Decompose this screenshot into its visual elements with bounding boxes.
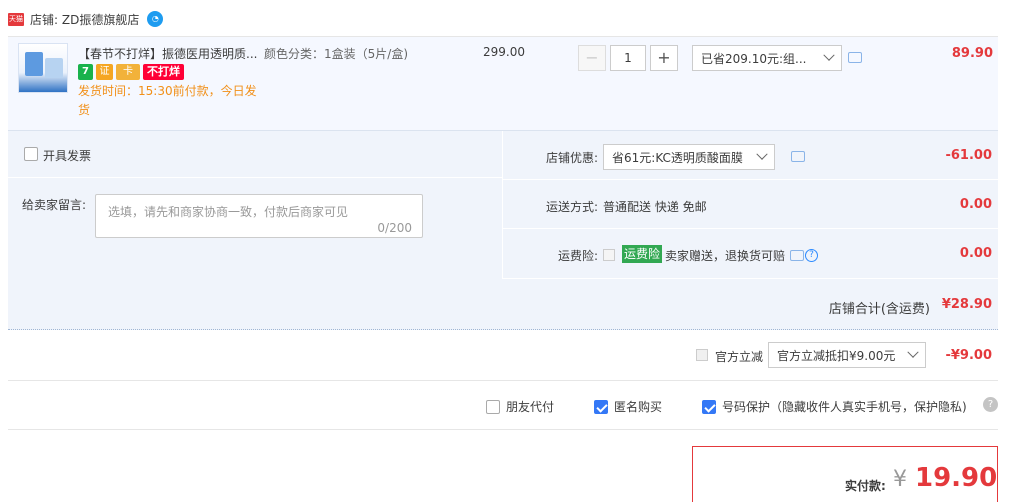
insurance-label: 运费险:	[557, 249, 598, 263]
chevron-down-icon	[907, 346, 919, 358]
insurance-text: 卖家赠送，退换货可赔	[665, 249, 786, 263]
invoice-label: 开具发票	[43, 149, 92, 163]
shipping-value: 普通配送 快递 免邮	[603, 200, 707, 214]
official-discount-select[interactable]: 官方立减抵扣¥9.00元	[768, 342, 926, 368]
product-badges: 7 证 卡 不打烊	[78, 64, 184, 80]
shop-header: 天猫 店铺: ZD振德旗舰店 ◔	[8, 10, 164, 28]
order-options-row: 朋友代付 匿名购买 号码保护（隐藏收件人真实手机号，保护隐私) ?	[8, 382, 998, 430]
shop-discount-row: 店铺优惠: 省61元:KC透明质酸面膜 -61.00	[503, 131, 998, 180]
certificate-icon: 证	[96, 64, 113, 80]
unit-price: 299.00	[483, 45, 525, 59]
shop-total-row: 店铺合计(含运费) ¥28.90	[8, 280, 998, 331]
quantity-input[interactable]: 1	[610, 45, 646, 71]
wangwang-chat-icon[interactable]: ◔	[147, 11, 164, 27]
insurance-row: 运费险: 运费险 卖家赠送，退换货可赔 ? 0.00	[503, 229, 998, 279]
invoice-checkbox[interactable]	[24, 147, 38, 161]
shipping-row: 运送方式: 普通配送 快递 免邮 0.00	[503, 180, 998, 229]
shop-discount-label: 店铺优惠:	[545, 151, 598, 165]
insurance-amount: 0.00	[959, 246, 992, 261]
friend-pay-checkbox[interactable]	[486, 399, 500, 414]
privacy-option[interactable]: 号码保护（隐藏收件人真实手机号，保护隐私)	[702, 398, 967, 415]
message-textarea[interactable]: 选填，请先和商家协商一致，付款后商家可见 0/200	[95, 194, 423, 238]
shop-discount-amount: -61.00	[945, 148, 992, 163]
chevron-down-icon	[756, 148, 768, 160]
credit-card-icon: 卡	[116, 64, 140, 80]
item-discount-value: 已省209.10元:组...	[701, 51, 807, 66]
shipping-label: 运送方式:	[545, 200, 598, 214]
shop-discount-select[interactable]: 省61元:KC透明质酸面膜	[603, 144, 775, 170]
payment-currency: ¥	[893, 467, 907, 492]
message-label: 给卖家留言:	[22, 198, 87, 212]
official-discount-label: 官方立减	[715, 350, 764, 364]
item-subtotal: 89.90	[951, 46, 993, 61]
cart-item-row: 【春节不打烊】振德医用透明质... 颜色分类：1盒装（5片/盒) 7 证 卡 不…	[8, 36, 998, 130]
item-discount-select[interactable]: 已省209.10元:组...	[692, 45, 842, 71]
official-discount-value: 官方立减抵扣¥9.00元	[777, 348, 896, 363]
message-icon[interactable]	[790, 250, 804, 261]
shipping-amount: 0.00	[959, 197, 992, 212]
insurance-tag: 运费险	[622, 245, 663, 263]
message-icon[interactable]	[848, 52, 862, 63]
payment-summary-box: 实付款: ¥ 19.90	[692, 446, 998, 502]
chevron-down-icon	[823, 49, 835, 61]
product-spec: 颜色分类：1盒装（5片/盒)	[264, 47, 408, 61]
seven-day-return-icon: 7	[78, 64, 93, 80]
help-icon[interactable]: ?	[805, 249, 818, 262]
payment-label: 实付款:	[845, 479, 886, 493]
quantity-stepper: − 1 +	[578, 45, 678, 71]
message-char-count: 0/200	[377, 221, 412, 235]
quantity-decrease-button[interactable]: −	[578, 45, 606, 71]
anonymous-label: 匿名购买	[614, 400, 663, 414]
help-icon[interactable]: ?	[983, 397, 998, 412]
privacy-label: 号码保护（隐藏收件人真实手机号，保护隐私)	[722, 400, 967, 414]
privacy-checkbox[interactable]	[702, 399, 716, 414]
shop-total-label: 店铺合计(含运费)	[828, 302, 930, 317]
quantity-increase-button[interactable]: +	[650, 45, 678, 71]
shop-total-amount: ¥28.90	[941, 297, 992, 312]
official-discount-row: 官方立减 官方立减抵扣¥9.00元 -¥9.00	[8, 331, 998, 381]
payment-amount: 19.90	[915, 463, 998, 493]
product-title-link[interactable]: 【春节不打烊】振德医用透明质...	[78, 45, 258, 62]
ship-time-text: 发货时间：15:30前付款，今日发货	[78, 84, 257, 117]
anonymous-checkbox[interactable]	[594, 399, 608, 414]
message-icon[interactable]	[791, 151, 805, 162]
friend-pay-label: 朋友代付	[506, 400, 555, 414]
official-discount-amount: -¥9.00	[945, 348, 992, 363]
tmall-logo-icon: 天猫	[8, 12, 24, 26]
anonymous-option[interactable]: 匿名购买	[594, 398, 662, 415]
official-discount-checkbox	[696, 349, 708, 361]
product-thumbnail[interactable]	[18, 43, 68, 93]
shop-discount-value: 省61元:KC透明质酸面膜	[612, 150, 743, 165]
message-placeholder: 选填，请先和商家协商一致，付款后商家可见	[108, 205, 349, 219]
friend-pay-option[interactable]: 朋友代付	[486, 398, 554, 415]
shop-name-link[interactable]: 店铺: ZD振德旗舰店	[30, 11, 139, 28]
no-close-badge: 不打烊	[143, 64, 184, 80]
order-extras-panel: 开具发票 给卖家留言: 选填，请先和商家协商一致，付款后商家可见 0/200 店…	[8, 130, 998, 330]
insurance-checkbox	[603, 249, 615, 261]
